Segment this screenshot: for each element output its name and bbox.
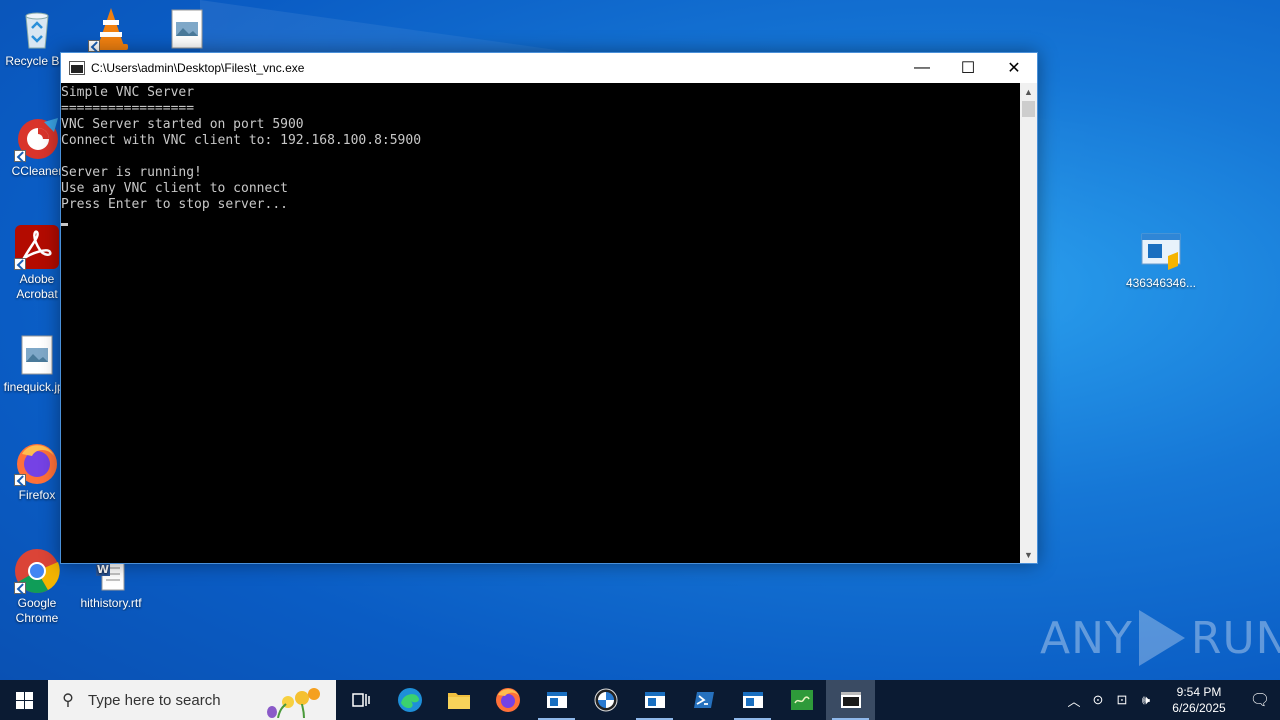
console-line: Server is running! bbox=[61, 165, 202, 180]
taskbar-file-explorer[interactable] bbox=[434, 680, 483, 720]
file-explorer-icon bbox=[447, 693, 470, 709]
text-cursor bbox=[61, 223, 68, 226]
desktop-icon-hithistory[interactable]: W hithistory.rtf bbox=[74, 556, 148, 611]
svg-text:W: W bbox=[97, 563, 109, 576]
scrollbar-thumb[interactable] bbox=[1022, 101, 1035, 117]
window-titlebar[interactable]: C:\Users\admin\Desktop\Files\t_vnc.exe —… bbox=[61, 53, 1037, 83]
green-app-icon bbox=[790, 690, 813, 710]
network-icon[interactable]: ⊡ bbox=[1110, 692, 1134, 708]
chevron-up-icon: ▲ bbox=[1024, 86, 1033, 97]
clock-time: 9:54 PM bbox=[1176, 685, 1222, 699]
chrome-icon bbox=[14, 548, 60, 594]
watermark-text-left: ANY bbox=[1040, 612, 1133, 664]
powershell-icon bbox=[693, 692, 714, 708]
taskbar-app-window[interactable] bbox=[532, 680, 581, 720]
shortcut-arrow-icon bbox=[14, 582, 26, 594]
minimize-button[interactable]: — bbox=[899, 53, 945, 83]
console-line: Use any VNC client to connect bbox=[61, 181, 288, 196]
app-window-icon bbox=[546, 692, 567, 708]
close-button[interactable]: ✕ bbox=[991, 53, 1037, 83]
executable-file-icon bbox=[1138, 228, 1184, 274]
search-placeholder: Type here to search bbox=[88, 691, 221, 709]
taskbar-app-window-2[interactable] bbox=[630, 680, 679, 720]
console-line: VNC Server started on port 5900 bbox=[61, 117, 304, 132]
shortcut-arrow-icon bbox=[14, 258, 26, 270]
system-tray: ︿ ⊙ ⊡ 🕪 9:54 PM 6/26/2025 🗨 bbox=[1062, 680, 1280, 720]
chevron-down-icon: ▼ bbox=[1024, 549, 1033, 560]
taskbar-edge[interactable] bbox=[385, 680, 434, 720]
desktop-icon-label: Google Chrome bbox=[15, 596, 59, 625]
console-line: ================= bbox=[61, 101, 195, 116]
taskbar-search-box[interactable]: ⚲ Type here to search bbox=[48, 680, 336, 720]
console-line: Simple VNC Server bbox=[61, 85, 195, 100]
device-icon[interactable]: ⊙ bbox=[1086, 692, 1110, 708]
image-file-icon bbox=[164, 6, 210, 52]
scroll-down-button[interactable]: ▼ bbox=[1020, 546, 1037, 563]
minimize-icon: — bbox=[914, 59, 930, 76]
shortcut-arrow-icon bbox=[14, 474, 26, 486]
app-window-icon bbox=[742, 692, 763, 708]
vertical-scrollbar[interactable]: ▲ ▼ bbox=[1020, 83, 1037, 563]
desktop-icon-label: hithistory.rtf bbox=[80, 596, 142, 610]
adobe-acrobat-icon bbox=[14, 224, 60, 270]
maximize-icon: ☐ bbox=[960, 60, 976, 77]
firefox-icon bbox=[495, 688, 520, 712]
anyrun-watermark: ANY RUN bbox=[1040, 610, 1280, 666]
task-view-icon bbox=[351, 693, 370, 707]
notification-center-icon[interactable]: 🗨 bbox=[1240, 690, 1280, 710]
taskbar-console-app[interactable] bbox=[826, 680, 875, 720]
taskbar-firefox[interactable] bbox=[483, 680, 532, 720]
search-icon: ⚲ bbox=[62, 692, 74, 709]
close-icon: ✕ bbox=[1007, 60, 1021, 77]
console-app-icon bbox=[840, 692, 861, 708]
bmw-logo-icon bbox=[594, 688, 617, 712]
task-view-button[interactable] bbox=[336, 680, 385, 720]
clock[interactable]: 9:54 PM 6/26/2025 bbox=[1158, 684, 1240, 716]
window-title: C:\Users\admin\Desktop\Files\t_vnc.exe bbox=[91, 61, 305, 75]
console-line: Press Enter to stop server... bbox=[61, 197, 288, 212]
app-window-icon bbox=[644, 692, 665, 708]
desktop-icon-image-file[interactable] bbox=[150, 6, 224, 54]
console-window[interactable]: C:\Users\admin\Desktop\Files\t_vnc.exe —… bbox=[60, 52, 1038, 564]
ccleaner-icon bbox=[14, 116, 60, 162]
chevron-up-icon[interactable]: ︿ bbox=[1062, 691, 1086, 710]
desktop-icon-436346346[interactable]: 436346346... bbox=[1124, 228, 1198, 291]
desktop-icon-vlc[interactable] bbox=[74, 6, 148, 54]
taskbar: ⚲ Type here to search ︿ ⊙ ⊡ 🕪 9:54 PM 6/… bbox=[0, 680, 1280, 720]
clock-date: 6/26/2025 bbox=[1172, 701, 1226, 715]
console-output[interactable]: Simple VNC Server ================= VNC Se… bbox=[61, 83, 1020, 563]
start-button[interactable] bbox=[0, 680, 48, 720]
vlc-cone-icon bbox=[88, 6, 134, 52]
taskbar-green-app[interactable] bbox=[777, 680, 826, 720]
search-highlight-flowers-icon bbox=[267, 688, 320, 718]
shortcut-arrow-icon bbox=[88, 40, 100, 52]
windows-logo-icon bbox=[15, 691, 33, 709]
console-line: Connect with VNC client to: 192.168.100.… bbox=[61, 133, 422, 148]
taskbar-bmw-app[interactable] bbox=[581, 680, 630, 720]
scroll-up-button[interactable]: ▲ bbox=[1020, 83, 1037, 100]
shortcut-arrow-icon bbox=[14, 150, 26, 162]
recycle-bin-icon bbox=[14, 6, 60, 52]
console-app-icon bbox=[69, 61, 85, 75]
image-file-icon bbox=[14, 332, 60, 378]
maximize-button[interactable]: ☐ bbox=[945, 53, 991, 83]
edge-icon bbox=[397, 688, 422, 712]
volume-icon[interactable]: 🕪 bbox=[1134, 692, 1158, 708]
watermark-text-right: RUN bbox=[1190, 612, 1280, 664]
firefox-icon bbox=[14, 440, 60, 486]
taskbar-app-window-3[interactable] bbox=[728, 680, 777, 720]
taskbar-powershell[interactable] bbox=[679, 680, 728, 720]
play-logo-icon bbox=[1138, 610, 1185, 666]
desktop-icon-label: 436346346... bbox=[1125, 276, 1197, 290]
